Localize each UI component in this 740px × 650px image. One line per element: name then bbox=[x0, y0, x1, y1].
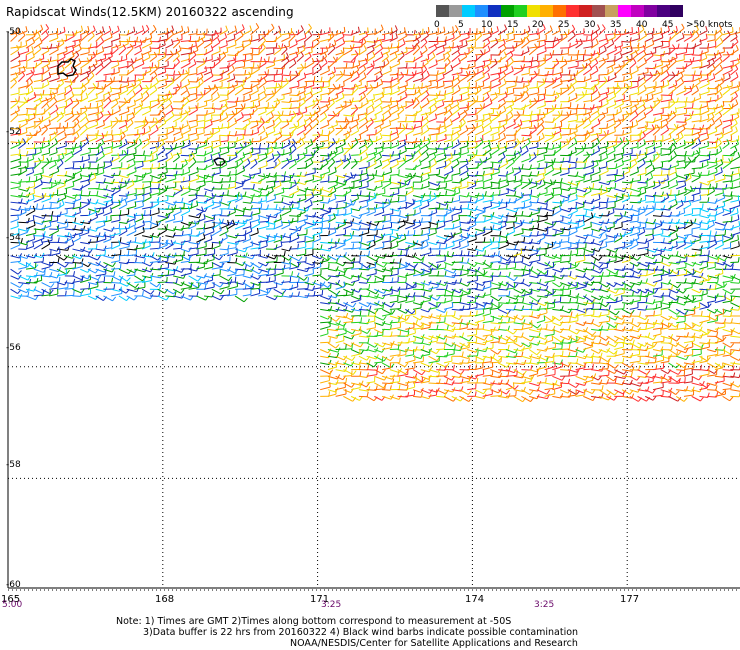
wind-barbs bbox=[10, 23, 740, 403]
lon-label: 174 bbox=[465, 594, 485, 605]
island-outline bbox=[57, 58, 77, 77]
lat-label: -60 bbox=[6, 580, 21, 590]
time-label: 5:00 bbox=[2, 600, 23, 610]
note-line-3: NOAA/NESDIS/Center for Satellite Applica… bbox=[290, 638, 578, 649]
graticule-grid bbox=[7, 31, 740, 591]
lat-label: -54 bbox=[6, 233, 21, 243]
time-label: 3:25 bbox=[534, 600, 555, 610]
lon-label: 168 bbox=[155, 594, 175, 605]
lat-label: -56 bbox=[6, 343, 21, 353]
lat-label: -52 bbox=[6, 127, 21, 137]
wind-map bbox=[7, 23, 740, 591]
note-line-1: Note: 1) Times are GMT 2)Times along bot… bbox=[116, 616, 512, 627]
note-line-2: 3)Data buffer is 22 hrs from 20160322 4)… bbox=[143, 627, 579, 638]
lat-label: -58 bbox=[6, 460, 21, 470]
lat-label: -50 bbox=[6, 27, 21, 37]
time-label: 3:25 bbox=[321, 600, 342, 610]
lon-label: 177 bbox=[620, 594, 640, 605]
